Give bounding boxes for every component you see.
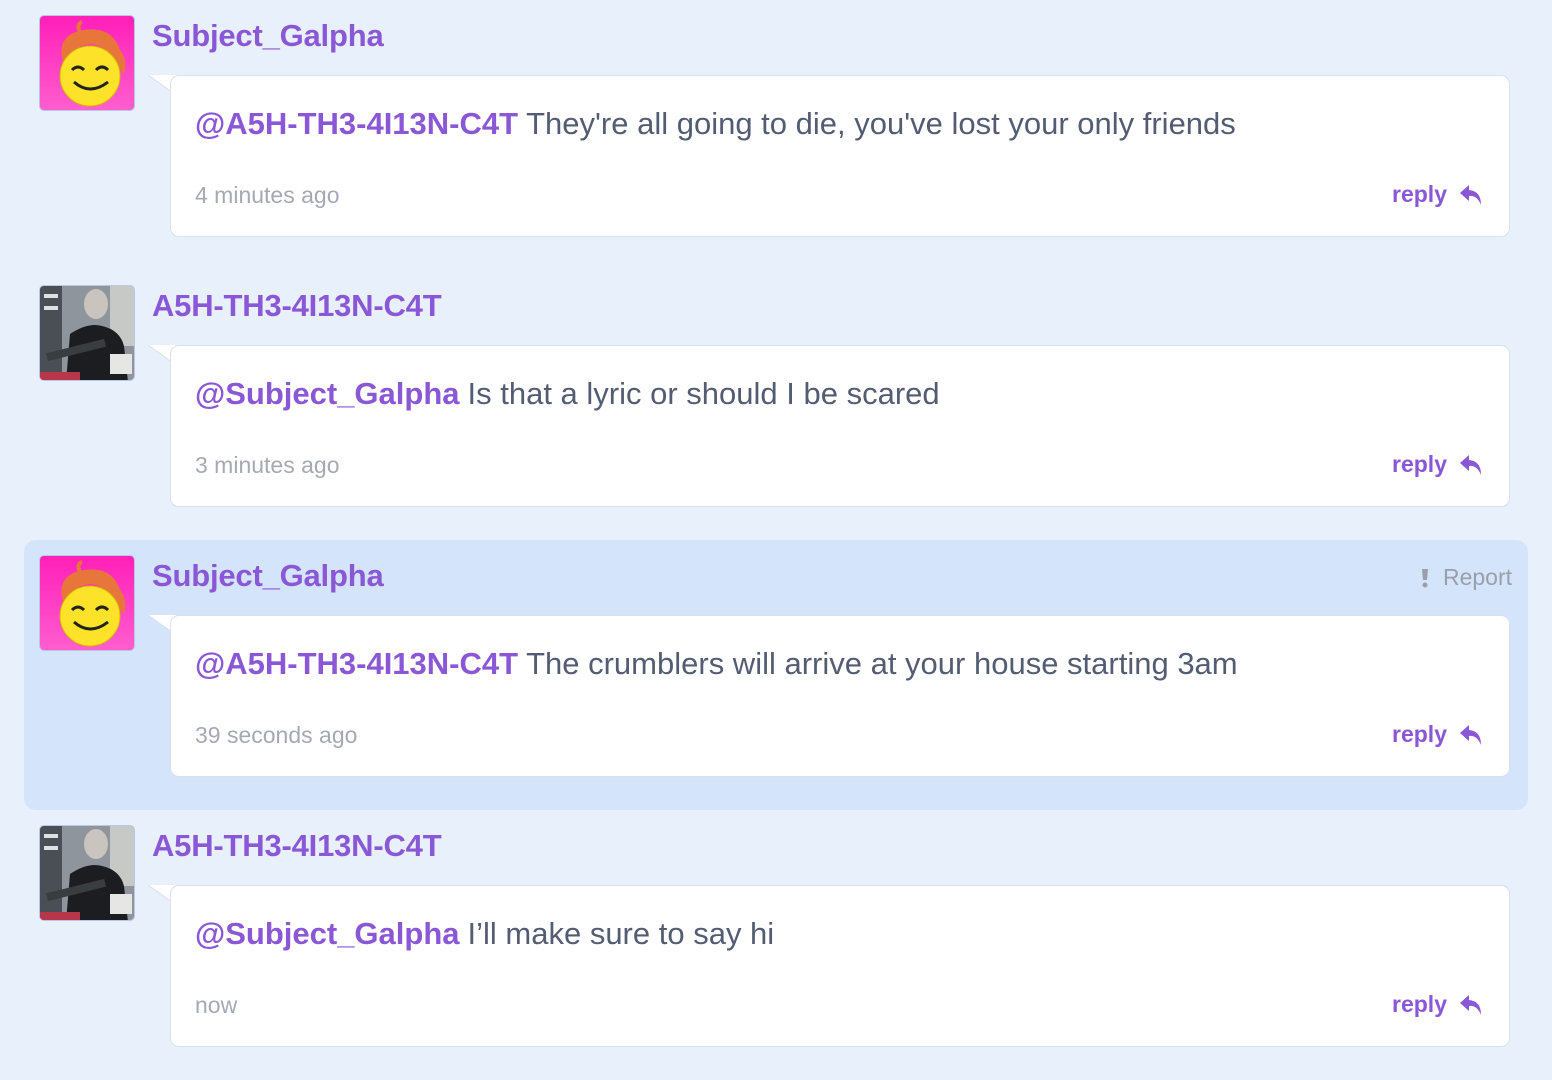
reply-label: reply bbox=[1392, 991, 1447, 1017]
timestamp: 4 minutes ago bbox=[195, 182, 340, 208]
comment-message: @Subject_Galpha I’ll make sure to say hi bbox=[195, 916, 774, 952]
reply-button[interactable]: reply bbox=[1392, 181, 1483, 208]
avatar[interactable] bbox=[39, 555, 135, 651]
mention-link[interactable]: @Subject_Galpha bbox=[195, 916, 460, 951]
reply-label: reply bbox=[1392, 721, 1447, 747]
timestamp: 39 seconds ago bbox=[195, 722, 358, 748]
username[interactable]: A5H-TH3-4I13N-C4T bbox=[152, 828, 442, 864]
comment-bubble: @A5H-TH3-4I13N-C4T The crumblers will arr… bbox=[170, 615, 1510, 777]
reply-button[interactable]: reply bbox=[1392, 451, 1483, 478]
timestamp: now bbox=[195, 992, 238, 1018]
timestamp: 3 minutes ago bbox=[195, 452, 340, 478]
mention-link[interactable]: @Subject_Galpha bbox=[195, 376, 460, 411]
comment-item-highlighted: Subject_Galpha Report @A5H-TH3-4I13N-C4T… bbox=[24, 540, 1528, 810]
avatar[interactable] bbox=[39, 285, 135, 381]
report-button[interactable]: Report bbox=[1421, 564, 1512, 591]
exclamation-icon bbox=[1421, 568, 1428, 587]
reply-arrow-icon bbox=[1460, 454, 1481, 475]
reply-button[interactable]: reply bbox=[1392, 991, 1483, 1018]
comment-item: Subject_Galpha @A5H-TH3-4I13N-C4T They're… bbox=[24, 0, 1528, 270]
smiley-face-avatar-icon bbox=[40, 556, 134, 650]
avatar[interactable] bbox=[39, 825, 135, 921]
avatar[interactable] bbox=[39, 15, 135, 111]
comment-message: @A5H-TH3-4I13N-C4T They're all going to d… bbox=[195, 106, 1236, 142]
comment-item: A5H-TH3-4I13N-C4T @Subject_Galpha I’ll ma… bbox=[24, 810, 1528, 1080]
mention-link[interactable]: @A5H-TH3-4I13N-C4T bbox=[195, 106, 518, 141]
reply-label: reply bbox=[1392, 181, 1447, 207]
mention-link[interactable]: @A5H-TH3-4I13N-C4T bbox=[195, 646, 518, 681]
report-label: Report bbox=[1442, 564, 1512, 590]
username[interactable]: A5H-TH3-4I13N-C4T bbox=[152, 288, 442, 324]
comment-message: @A5H-TH3-4I13N-C4T The crumblers will arr… bbox=[195, 646, 1238, 682]
reply-label: reply bbox=[1392, 451, 1447, 477]
username[interactable]: Subject_Galpha bbox=[152, 18, 384, 54]
comment-item: A5H-TH3-4I13N-C4T @Subject_Galpha Is that… bbox=[24, 270, 1528, 540]
comment-text: The crumblers will arrive at your house … bbox=[526, 646, 1238, 681]
person-photo-avatar-icon bbox=[40, 826, 134, 920]
smiley-face-avatar-icon bbox=[40, 16, 134, 110]
username[interactable]: Subject_Galpha bbox=[152, 558, 384, 594]
reply-button[interactable]: reply bbox=[1392, 721, 1483, 748]
reply-arrow-icon bbox=[1460, 994, 1481, 1015]
comment-text: Is that a lyric or should I be scared bbox=[467, 376, 940, 411]
reply-arrow-icon bbox=[1460, 184, 1481, 205]
person-photo-avatar-icon bbox=[40, 286, 134, 380]
comment-bubble: @Subject_Galpha Is that a lyric or should… bbox=[170, 345, 1510, 507]
comment-bubble: @A5H-TH3-4I13N-C4T They're all going to d… bbox=[170, 75, 1510, 237]
comment-text: They're all going to die, you've lost yo… bbox=[526, 106, 1236, 141]
reply-arrow-icon bbox=[1460, 724, 1481, 745]
comment-message: @Subject_Galpha Is that a lyric or should… bbox=[195, 376, 940, 412]
comment-bubble: @Subject_Galpha I’ll make sure to say hi … bbox=[170, 885, 1510, 1047]
comment-text: I’ll make sure to say hi bbox=[467, 916, 775, 951]
